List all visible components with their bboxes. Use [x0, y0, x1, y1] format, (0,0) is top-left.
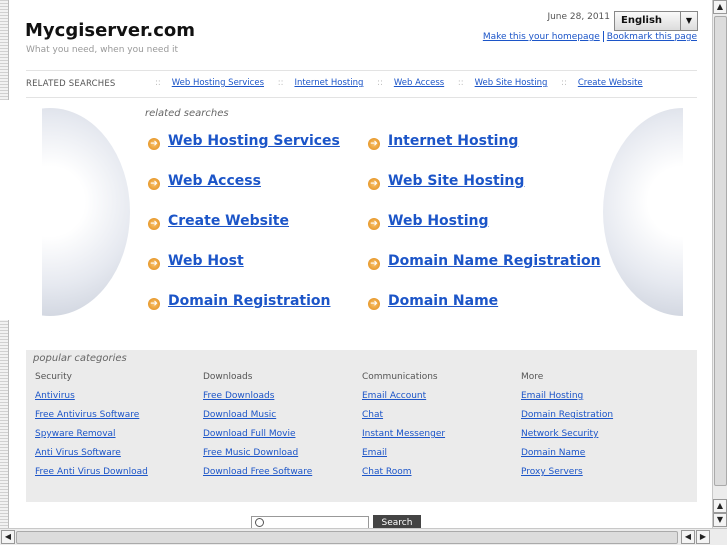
arrow-circle-icon: ➔: [148, 258, 160, 270]
bookmark-link[interactable]: Bookmark this page: [607, 32, 697, 42]
related-bar-items: :: Web Hosting Services :: Internet Hostin…: [144, 78, 643, 88]
scroll-left-icon[interactable]: ◀: [681, 530, 695, 544]
category-link[interactable]: Email Hosting: [521, 391, 613, 401]
scroll-down-icon[interactable]: ▼: [713, 513, 727, 527]
make-homepage-link[interactable]: Make this your homepage: [483, 32, 600, 42]
related-searches-bar: RELATED SEARCHES :: Web Hosting Services …: [26, 70, 697, 98]
related-searches-title: related searches: [145, 108, 229, 119]
related-search-item[interactable]: ➔ Web Access: [148, 173, 261, 190]
arrow-circle-icon: ➔: [368, 138, 380, 150]
category-link[interactable]: Download Full Movie: [203, 429, 312, 439]
related-bar-label: RELATED SEARCHES: [26, 79, 116, 89]
scroll-right-icon[interactable]: ▶: [696, 530, 710, 544]
related-bar-link[interactable]: Internet Hosting: [294, 78, 363, 88]
vertical-scrollbar[interactable]: ▲ ▲ ▼: [712, 0, 727, 528]
chevron-down-icon[interactable]: ▼: [680, 12, 697, 30]
arrow-circle-icon: ➔: [368, 258, 380, 270]
related-search-item[interactable]: ➔ Domain Name: [368, 293, 498, 310]
category-column-communications: Communications Email Account Chat Instan…: [362, 372, 445, 486]
horizontal-scrollbar[interactable]: ◀ ◀ ▶: [0, 528, 727, 545]
related-search-item[interactable]: ➔ Domain Registration: [148, 293, 330, 310]
arrow-circle-icon: ➔: [148, 138, 160, 150]
separator: ::: [561, 78, 567, 88]
magnifier-icon: [255, 518, 264, 527]
arrow-circle-icon: ➔: [368, 298, 380, 310]
related-bar-link[interactable]: Create Website: [578, 78, 643, 88]
horizontal-scroll-thumb[interactable]: [16, 531, 678, 544]
arrow-circle-icon: ➔: [148, 178, 160, 190]
arrow-circle-icon: ➔: [368, 178, 380, 190]
related-search-link[interactable]: Domain Registration: [168, 293, 330, 309]
arrow-circle-icon: ➔: [148, 298, 160, 310]
related-search-item[interactable]: ➔ Domain Name Registration: [368, 253, 601, 270]
category-link[interactable]: Free Downloads: [203, 391, 312, 401]
category-link[interactable]: Proxy Servers: [521, 467, 613, 477]
related-search-link[interactable]: Web Access: [168, 173, 261, 189]
category-heading: Communications: [362, 372, 438, 382]
link-divider: [602, 31, 604, 42]
category-link[interactable]: Spyware Removal: [35, 429, 148, 439]
category-heading: Security: [35, 372, 72, 382]
arrow-circle-icon: ➔: [148, 218, 160, 230]
language-value: English: [621, 15, 663, 26]
scroll-down-arrow-icon[interactable]: ▲: [713, 499, 727, 513]
related-search-link[interactable]: Domain Name Registration: [388, 253, 601, 269]
related-search-link[interactable]: Internet Hosting: [388, 133, 518, 149]
related-search-link[interactable]: Web Hosting: [388, 213, 488, 229]
related-search-item[interactable]: ➔ Web Site Hosting: [368, 173, 524, 190]
related-search-item[interactable]: ➔ Web Hosting: [368, 213, 488, 230]
related-bar-link[interactable]: Web Site Hosting: [475, 78, 548, 88]
category-link[interactable]: Free Anti Virus Download: [35, 467, 148, 477]
related-bar-link[interactable]: Web Access: [394, 78, 444, 88]
related-bar-link[interactable]: Web Hosting Services: [172, 78, 264, 88]
site-title[interactable]: Mycgiserver.com: [25, 20, 195, 41]
category-link[interactable]: Email Account: [362, 391, 445, 401]
category-link[interactable]: Email: [362, 448, 445, 458]
category-column-more: More Email Hosting Domain Registration N…: [521, 372, 613, 486]
category-link[interactable]: Free Music Download: [203, 448, 312, 458]
category-link[interactable]: Instant Messenger: [362, 429, 445, 439]
category-heading: Downloads: [203, 372, 253, 382]
scroll-up-icon[interactable]: ▲: [713, 0, 727, 14]
category-link[interactable]: Chat Room: [362, 467, 445, 477]
vertical-scroll-thumb[interactable]: [714, 16, 727, 486]
related-search-item[interactable]: ➔ Web Host: [148, 253, 244, 270]
popular-categories-title: popular categories: [33, 353, 127, 364]
top-links: Make this your homepage Bookmark this pag…: [420, 31, 697, 42]
related-search-link[interactable]: Domain Name: [388, 293, 498, 309]
language-select[interactable]: English ▼: [614, 11, 698, 31]
category-column-downloads: Downloads Free Downloads Download Music …: [203, 372, 312, 486]
category-column-security: Security Antivirus Free Antivirus Softwa…: [35, 372, 148, 486]
related-search-item[interactable]: ➔ Web Hosting Services: [148, 133, 340, 150]
category-link[interactable]: Antivirus: [35, 391, 148, 401]
related-search-link[interactable]: Web Host: [168, 253, 244, 269]
category-link[interactable]: Domain Registration: [521, 410, 613, 420]
date-label: June 28, 2011: [547, 12, 610, 22]
category-link[interactable]: Download Free Software: [203, 467, 312, 477]
related-search-link[interactable]: Web Hosting Services: [168, 133, 340, 149]
related-search-link[interactable]: Create Website: [168, 213, 289, 229]
related-search-item[interactable]: ➔ Internet Hosting: [368, 133, 518, 150]
tagline: What you need, when you need it: [26, 45, 179, 55]
separator: ::: [277, 78, 284, 88]
mask: [0, 100, 42, 320]
category-link[interactable]: Chat: [362, 410, 445, 420]
mask: [683, 100, 713, 320]
category-link[interactable]: Network Security: [521, 429, 613, 439]
category-link[interactable]: Domain Name: [521, 448, 613, 458]
popular-categories-panel: popular categories Security Antivirus Fr…: [26, 350, 697, 502]
separator: ::: [377, 78, 383, 88]
separator: ::: [457, 78, 464, 88]
category-heading: More: [521, 372, 544, 382]
category-link[interactable]: Download Music: [203, 410, 312, 420]
category-link[interactable]: Anti Virus Software: [35, 448, 148, 458]
separator: ::: [155, 78, 161, 88]
related-search-link[interactable]: Web Site Hosting: [388, 173, 524, 189]
arrow-circle-icon: ➔: [368, 218, 380, 230]
scroll-left-icon[interactable]: ◀: [1, 530, 15, 544]
related-search-item[interactable]: ➔ Create Website: [148, 213, 289, 230]
category-link[interactable]: Free Antivirus Software: [35, 410, 148, 420]
